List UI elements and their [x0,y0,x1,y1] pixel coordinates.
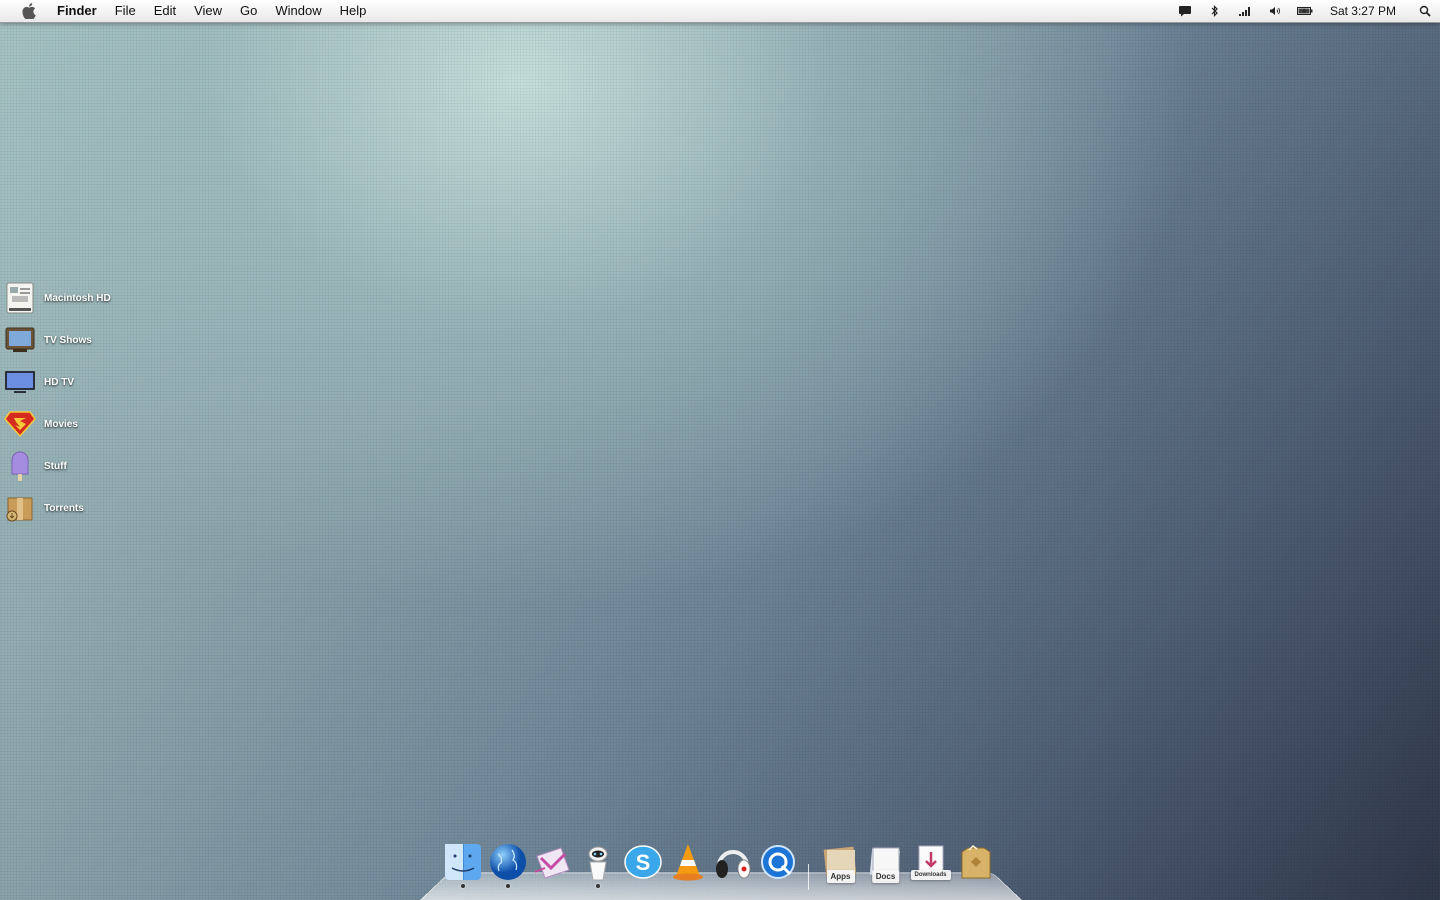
volume-icon[interactable] [1260,0,1290,22]
chat-icon[interactable] [1170,0,1200,22]
dock-item-finder[interactable] [440,842,485,890]
stack-label: Downloads [910,870,951,880]
desktop-icon-macintosh-hd[interactable]: Macintosh HD [4,280,111,316]
wifi-icon[interactable] [1230,0,1260,22]
dock-item-vlc[interactable] [665,842,710,890]
menu-view[interactable]: View [185,0,231,22]
dock-item-robot[interactable] [575,842,620,890]
trash-icon [961,845,990,879]
monitor-icon [4,366,36,398]
superman-icon [4,408,36,440]
dock-item-headphones[interactable] [710,842,755,890]
dock-stack-docs[interactable]: Docs [863,842,908,890]
menu-bar: Finder File Edit View Go Window Help Sat… [0,0,1440,23]
desktop-icon-movies[interactable]: Movies [4,406,78,442]
desktop-icon-label: HD TV [44,376,74,388]
spotlight-icon[interactable] [1410,0,1440,22]
running-indicator [460,884,465,888]
dock-stack-apps[interactable]: Apps [818,842,863,890]
svg-text:S: S [635,850,650,875]
dock-stack-downloads[interactable]: Downloads [908,842,953,890]
desktop-icon-label: TV Shows [44,334,92,346]
mail-icon [534,847,570,879]
dock-item-quicktime[interactable] [755,842,800,890]
desktop-icon-tv-shows[interactable]: TV Shows [4,322,92,358]
desktop-icon-label: Stuff [44,460,67,472]
dock-item-trash[interactable] [953,842,998,890]
status-area: Sat 3:27 PM [1170,0,1440,22]
quicktime-icon [760,845,795,879]
robot-icon [588,846,607,881]
finder-icon [444,844,481,880]
box-icon [4,492,36,524]
desktop-icon-label: Macintosh HD [44,292,111,304]
desktop-icon-stuff[interactable]: Stuff [4,448,67,484]
menu-finder[interactable]: Finder [48,0,106,22]
stack-label: Apps [826,870,855,883]
menubar-clock[interactable]: Sat 3:27 PM [1320,4,1410,18]
vlc-icon [672,844,703,881]
desktop-icon-label: Torrents [44,502,84,514]
globe-icon [489,844,526,880]
bluetooth-icon[interactable] [1200,0,1230,22]
tv-icon [4,324,36,356]
popsicle-icon [4,450,36,482]
hard-drive-icon [4,282,36,314]
desktop-icon-label: Movies [44,418,78,430]
menu-help[interactable]: Help [331,0,376,22]
battery-icon[interactable] [1290,0,1320,22]
apple-menu-icon[interactable] [22,3,36,19]
skype-icon: S [623,845,662,879]
dock-item-globe[interactable] [485,842,530,890]
menu-edit[interactable]: Edit [145,0,185,22]
menu-window[interactable]: Window [266,0,330,22]
running-indicator [595,884,600,888]
stack-label: Docs [871,870,900,883]
desktop-icon-torrents[interactable]: Torrents [4,490,84,526]
dock-item-mail[interactable] [530,842,575,890]
dock-item-skype[interactable]: S [620,842,665,890]
dock: S Apps Docs Downloads [440,840,998,890]
headphones-icon [715,850,750,879]
menu-file[interactable]: File [106,0,145,22]
menu-go[interactable]: Go [231,0,266,22]
dock-separator [800,842,818,890]
running-indicator [505,884,510,888]
desktop-icon-hd-tv[interactable]: HD TV [4,364,74,400]
